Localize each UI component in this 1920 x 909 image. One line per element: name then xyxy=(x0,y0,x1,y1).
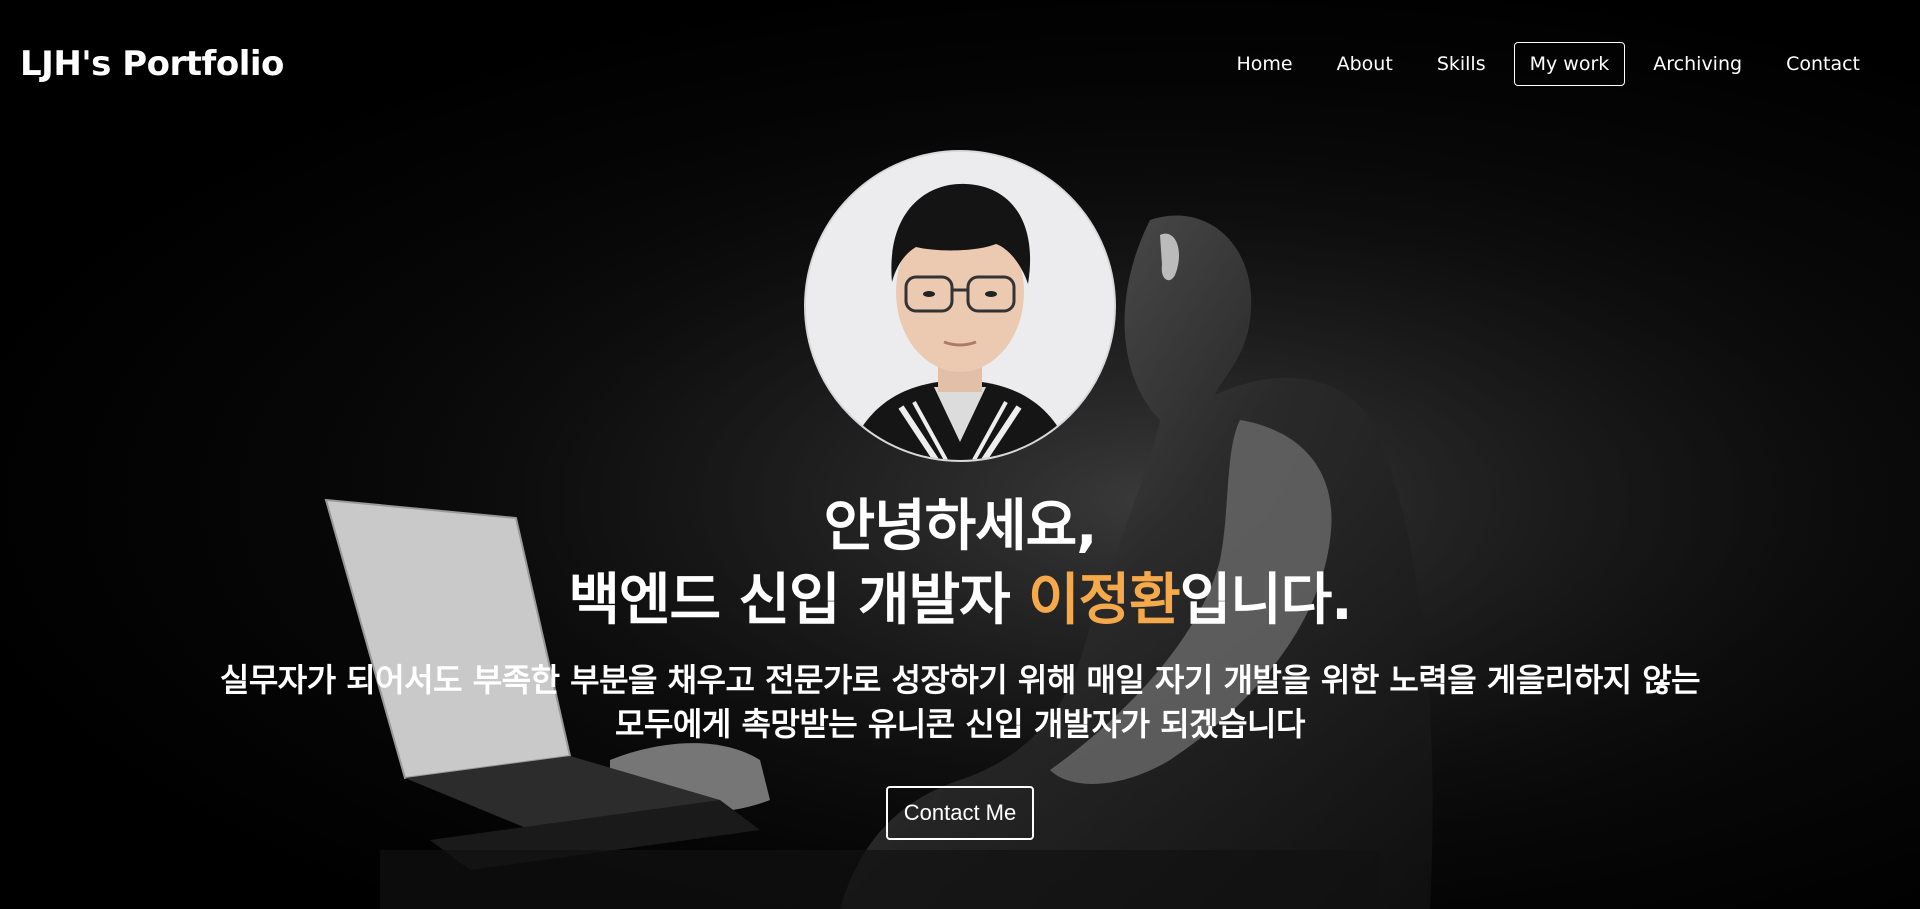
hero-description-line2: 모두에게 촉망받는 유니콘 신입 개발자가 되겠습니다 xyxy=(615,705,1305,743)
hero-intro-suffix: 입니다. xyxy=(1179,568,1353,633)
hero-intro: 백엔드 신입 개발자 이정환입니다. xyxy=(568,564,1353,638)
hero-section: 안녕하세요, 백엔드 신입 개발자 이정환입니다. 실무자가 되어서도 부족한 … xyxy=(0,150,1920,840)
hero-description: 실무자가 되어서도 부족한 부분을 채우고 전문가로 성장하기 위해 매일 자기… xyxy=(180,658,1740,746)
contact-me-button[interactable]: Contact Me xyxy=(885,786,1035,840)
nav-archiving[interactable]: Archiving xyxy=(1637,42,1758,86)
hero-intro-prefix: 백엔드 신입 개발자 xyxy=(568,568,1029,633)
nav-my-work[interactable]: My work xyxy=(1513,42,1626,86)
hero-greeting: 안녕하세요, xyxy=(823,494,1098,559)
nav-about[interactable]: About xyxy=(1321,42,1409,86)
nav-contact[interactable]: Contact xyxy=(1770,42,1876,86)
profile-photo xyxy=(806,152,1114,460)
nav-home[interactable]: Home xyxy=(1221,42,1309,86)
hero-description-line1: 실무자가 되어서도 부족한 부분을 채우고 전문가로 성장하기 위해 매일 자기… xyxy=(219,661,1701,699)
profile-avatar xyxy=(804,150,1116,462)
page: LJH's Portfolio Home About Skills My wor… xyxy=(0,0,1920,909)
navbar: LJH's Portfolio Home About Skills My wor… xyxy=(0,0,1920,128)
nav-menu: Home About Skills My work Archiving Cont… xyxy=(1209,42,1876,86)
hero-headline: 안녕하세요, 백엔드 신입 개발자 이정환입니다. xyxy=(568,490,1353,638)
nav-skills[interactable]: Skills xyxy=(1421,42,1502,86)
site-logo[interactable]: LJH's Portfolio xyxy=(20,44,284,84)
hero-name: 이정환 xyxy=(1028,568,1181,633)
